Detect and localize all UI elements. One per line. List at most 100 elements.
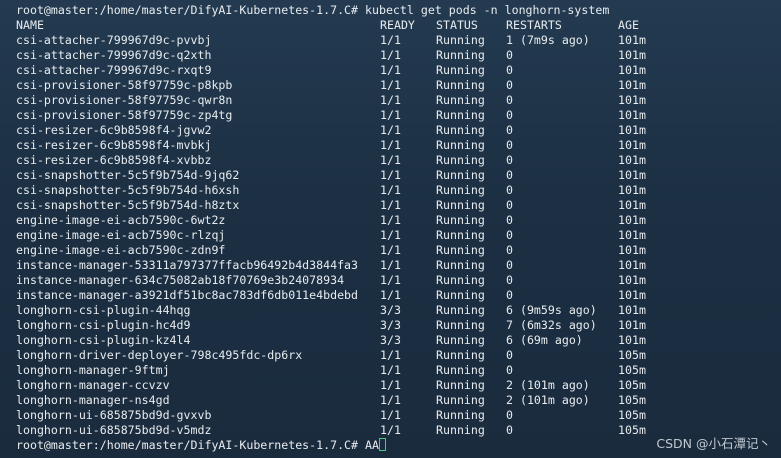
cell-age: 105m xyxy=(618,423,646,437)
cell-name: csi-snapshotter-5c5f9b754d-h8ztx xyxy=(16,198,240,212)
cell-name: longhorn-csi-plugin-hc4d9 xyxy=(16,318,191,332)
cell-age: 101m xyxy=(618,93,646,107)
cell-name: longhorn-csi-plugin-44hqg xyxy=(16,303,191,317)
cell-status: Running xyxy=(436,93,485,107)
cell-ready: 1/1 xyxy=(380,348,401,362)
table-row: csi-snapshotter-5c5f9b754d-h6xsh 1/1 Runni… xyxy=(2,183,781,198)
table-row: instance-manager-a3921df51bc8ac783df6db0… xyxy=(2,288,781,303)
cell-restarts: 6 (69m ago) xyxy=(506,333,583,347)
cell-name: csi-provisioner-58f97759c-zp4tg xyxy=(16,108,233,122)
cell-status: Running xyxy=(436,348,485,362)
cell-ready: 1/1 xyxy=(380,33,401,47)
cell-name: longhorn-manager-9ftmj xyxy=(16,363,170,377)
cell-status: Running xyxy=(436,168,485,182)
cell-restarts: 0 xyxy=(506,363,513,377)
cell-age: 101m xyxy=(618,78,646,92)
cell-restarts: 0 xyxy=(506,108,513,122)
table-row: csi-resizer-6c9b8598f4-xvbbz 1/1 Running 0 1… xyxy=(2,153,781,168)
cell-status: Running xyxy=(436,183,485,197)
table-row: engine-image-ei-acb7590c-zdn9f 1/1 Running… xyxy=(2,243,781,258)
table-row: longhorn-csi-plugin-44hqg 3/3 Running 6 (9m… xyxy=(2,303,781,318)
table-row: csi-attacher-799967d9c-pvvbj 1/1 Running 1 … xyxy=(2,33,781,48)
cell-ready: 3/3 xyxy=(380,318,401,332)
cell-ready: 1/1 xyxy=(380,48,401,62)
pod-list: csi-attacher-799967d9c-pvvbj 1/1 Running 1 … xyxy=(2,33,781,438)
cell-age: 101m xyxy=(618,63,646,77)
table-row: csi-resizer-6c9b8598f4-mvbkj 1/1 Running 0 1… xyxy=(2,138,781,153)
table-row: instance-manager-53311a797377ffacb96492b… xyxy=(2,258,781,273)
table-header: NAME READY STATUS RESTARTS AGE xyxy=(2,18,781,33)
table-row: engine-image-ei-acb7590c-6wt2z 1/1 Running… xyxy=(2,213,781,228)
cell-ready: 1/1 xyxy=(380,168,401,182)
typed-input[interactable]: AA xyxy=(365,438,379,452)
table-row: csi-provisioner-58f97759c-zp4tg 1/1 Runnin… xyxy=(2,108,781,123)
cell-restarts: 0 xyxy=(506,153,513,167)
cell-status: Running xyxy=(436,333,485,347)
cell-status: Running xyxy=(436,423,485,437)
shell-prompt: root@master:/home/master/DifyAI-Kubernet… xyxy=(16,3,359,17)
cell-ready: 1/1 xyxy=(380,408,401,422)
cell-ready: 1/1 xyxy=(380,363,401,377)
cell-restarts: 0 xyxy=(506,213,513,227)
cell-ready: 1/1 xyxy=(380,153,401,167)
cell-name: csi-resizer-6c9b8598f4-xvbbz xyxy=(16,153,212,167)
cell-ready: 1/1 xyxy=(380,423,401,437)
cell-status: Running xyxy=(436,138,485,152)
cell-name: csi-resizer-6c9b8598f4-jgvw2 xyxy=(16,123,212,137)
cell-status: Running xyxy=(436,153,485,167)
cell-ready: 1/1 xyxy=(380,183,401,197)
cell-name: engine-image-ei-acb7590c-rlzqj xyxy=(16,228,226,242)
cell-age: 105m xyxy=(618,378,646,392)
cell-ready: 1/1 xyxy=(380,138,401,152)
table-row: longhorn-csi-plugin-hc4d9 3/3 Running 7 (6m… xyxy=(2,318,781,333)
cell-ready: 1/1 xyxy=(380,243,401,257)
cell-age: 101m xyxy=(618,303,646,317)
header-status: STATUS xyxy=(436,18,478,32)
cell-restarts: 0 xyxy=(506,168,513,182)
cell-age: 101m xyxy=(618,108,646,122)
cell-age: 101m xyxy=(618,333,646,347)
cell-age: 101m xyxy=(618,198,646,212)
cell-ready: 1/1 xyxy=(380,78,401,92)
cell-status: Running xyxy=(436,378,485,392)
cell-ready: 1/1 xyxy=(380,228,401,242)
cell-age: 101m xyxy=(618,153,646,167)
table-row: longhorn-manager-ccvzv 1/1 Running 2 (101m … xyxy=(2,378,781,393)
cell-name: csi-attacher-799967d9c-pvvbj xyxy=(16,33,212,47)
cell-name: csi-snapshotter-5c5f9b754d-h6xsh xyxy=(16,183,240,197)
table-row: csi-snapshotter-5c5f9b754d-h8ztx 1/1 Runni… xyxy=(2,198,781,213)
cell-status: Running xyxy=(436,303,485,317)
cell-ready: 1/1 xyxy=(380,258,401,272)
cell-status: Running xyxy=(436,273,485,287)
cell-name: instance-manager-53311a797377ffacb96492b… xyxy=(16,258,359,272)
cell-restarts: 0 xyxy=(506,423,513,437)
cell-ready: 3/3 xyxy=(380,303,401,317)
command-line: root@master:/home/master/DifyAI-Kubernet… xyxy=(2,3,781,18)
table-row: longhorn-driver-deployer-798c495fdc-dp6r… xyxy=(2,348,781,363)
header-age: AGE xyxy=(618,18,639,32)
cell-status: Running xyxy=(436,108,485,122)
table-row: csi-attacher-799967d9c-rxqt9 1/1 Running 0 1… xyxy=(2,63,781,78)
cell-age: 101m xyxy=(618,213,646,227)
cell-restarts: 0 xyxy=(506,138,513,152)
cell-status: Running xyxy=(436,363,485,377)
command-text: kubectl get pods -n longhorn-system xyxy=(365,3,610,17)
cell-age: 101m xyxy=(618,318,646,332)
cell-restarts: 1 (7m9s ago) xyxy=(506,33,590,47)
cell-ready: 1/1 xyxy=(380,63,401,77)
cell-name: csi-provisioner-58f97759c-qwr8n xyxy=(16,93,233,107)
cell-ready: 1/1 xyxy=(380,273,401,287)
cell-age: 105m xyxy=(618,348,646,362)
cell-restarts: 6 (9m59s ago) xyxy=(506,303,597,317)
table-row: csi-provisioner-58f97759c-qwr8n 1/1 Runnin… xyxy=(2,93,781,108)
cell-restarts: 0 xyxy=(506,273,513,287)
cell-ready: 1/1 xyxy=(380,378,401,392)
cell-status: Running xyxy=(436,48,485,62)
cell-name: csi-attacher-799967d9c-q2xth xyxy=(16,48,212,62)
cell-name: longhorn-ui-685875bd9d-v5mdz xyxy=(16,423,212,437)
cell-name: longhorn-ui-685875bd9d-gvxvb xyxy=(16,408,212,422)
cell-age: 101m xyxy=(618,288,646,302)
terminal-window[interactable]: root@master:/home/master/DifyAI-Kubernet… xyxy=(0,0,781,458)
cell-status: Running xyxy=(436,78,485,92)
cell-restarts: 0 xyxy=(506,48,513,62)
